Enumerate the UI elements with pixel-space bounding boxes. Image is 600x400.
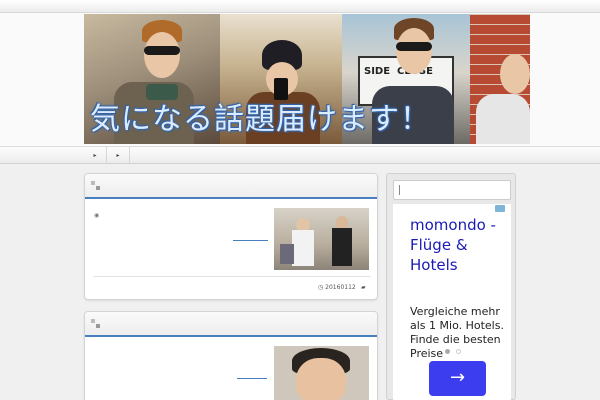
post-icon [91,319,100,328]
sidebar-widget-header [393,180,511,200]
nav-item-2[interactable]: ▸ [107,147,130,164]
post-thumbnail[interactable] [274,208,369,270]
post-card-2 [84,311,378,400]
post-date: ◷ 20160112 [318,284,356,291]
arrow-right-icon: → [449,367,466,388]
sidebar: momondo - Flüge & Hotels Vergleiche mehr… [386,173,516,400]
header-banner[interactable]: SIDE CLOSE 気になる話題届けます！ [84,14,530,144]
ad-widget[interactable]: momondo - Flüge & Hotels Vergleiche mehr… [393,204,511,400]
ad-choices-icon[interactable] [495,205,505,212]
post-thumbnail[interactable] [274,346,369,400]
main-nav: ▸ ▸ [0,146,600,164]
site-header: SIDE CLOSE 気になる話題届けます！ [0,13,600,146]
top-bar [0,0,600,13]
folder-icon[interactable]: ▰ [361,284,366,291]
ad-title[interactable]: momondo - Flüge & Hotels [410,215,510,275]
post-icon [91,181,100,190]
post-excerpt-link[interactable] [233,240,268,241]
nav-item-1[interactable]: ▸ [84,147,107,164]
carousel-dot[interactable] [456,349,461,354]
ad-arrow-button[interactable]: → [429,361,486,396]
carousel-dot-active[interactable] [445,349,450,354]
bullet-icon: ◉ [94,212,100,219]
post-excerpt-link[interactable] [237,378,267,379]
post-card-header [85,312,377,337]
post-card-header [85,174,377,199]
site-title[interactable]: 気になる話題届けます！ [90,94,530,138]
post-card-1: ◉ ◷ 20160112 ▰ [84,173,378,300]
divider [93,276,371,277]
clock-icon: ◷ [318,284,324,291]
